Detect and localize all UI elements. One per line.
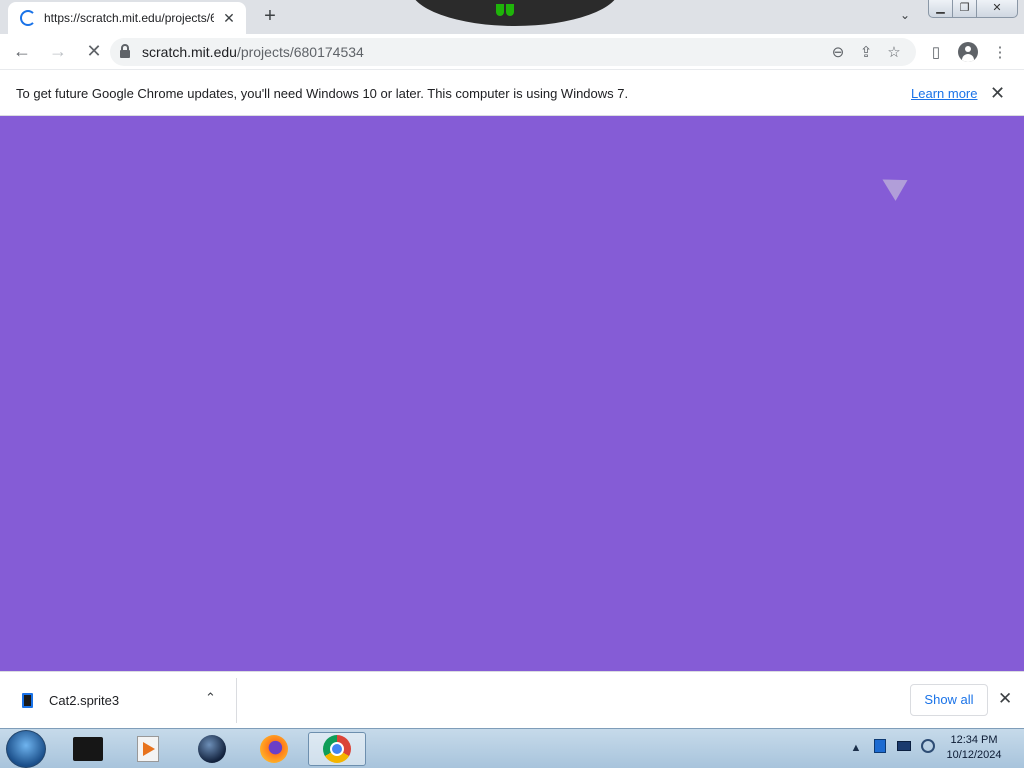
- learn-more-link[interactable]: Learn more: [911, 86, 977, 101]
- tab-title: https://scratch.mit.edu/projects/6: [44, 11, 214, 25]
- address-bar[interactable]: scratch.mit.edu/projects/680174534 ⊖ ⇪ ☆: [110, 38, 916, 66]
- update-infobar: To get future Google Chrome updates, you…: [0, 71, 1024, 116]
- zoom-icon[interactable]: ⊖: [824, 43, 852, 61]
- firefox-icon: [260, 735, 288, 763]
- black-window-icon: [73, 737, 103, 761]
- media-player-icon: [137, 736, 159, 762]
- forward-button[interactable]: →: [44, 38, 72, 66]
- tray-expand-icon[interactable]: ▲: [844, 742, 868, 754]
- show-all-button[interactable]: Show all: [910, 684, 988, 716]
- download-filename: Cat2.sprite3: [49, 693, 120, 708]
- file-icon: [22, 693, 33, 708]
- taskbar: ▲ 12:34 PM 10/12/2024: [0, 728, 1024, 768]
- browser-toolbar: ← → ✕ scratch.mit.edu/projects/680174534…: [0, 34, 1024, 70]
- system-tray: ▲: [844, 739, 940, 756]
- tray-flag-icon[interactable]: [868, 739, 892, 756]
- url-path: /projects/680174534: [236, 44, 364, 60]
- tab-search-icon[interactable]: ⌄: [896, 8, 914, 26]
- chrome-icon: [323, 735, 351, 763]
- taskbar-app-media-player[interactable]: [122, 732, 174, 766]
- taskbar-clock[interactable]: 12:34 PM 10/12/2024: [940, 733, 1008, 763]
- download-shelf: Cat2.sprite3 ⌃ Show all ✕: [0, 671, 1024, 728]
- tab-strip: https://scratch.mit.edu/projects/6 ✕ + ⌄…: [0, 0, 1024, 34]
- start-button[interactable]: [6, 730, 46, 768]
- clock-date: 10/12/2024: [946, 749, 1002, 761]
- back-button[interactable]: ←: [8, 38, 36, 66]
- profile-avatar-icon[interactable]: [958, 42, 978, 62]
- side-panel-icon[interactable]: ▯: [920, 43, 952, 61]
- taskbar-app-firefox[interactable]: [248, 732, 300, 766]
- chevron-up-icon[interactable]: ⌃: [205, 690, 216, 706]
- toolbar-right-actions: ▯ ⋮: [920, 34, 1016, 70]
- loading-spinner-icon: [20, 10, 36, 26]
- omnibox-actions: ⊖ ⇪ ☆: [824, 38, 908, 66]
- stop-loading-button[interactable]: ✕: [80, 38, 108, 66]
- tab-close-icon[interactable]: ✕: [220, 9, 238, 27]
- browser-menu-icon[interactable]: ⋮: [984, 43, 1016, 61]
- taskbar-app-black-window[interactable]: [62, 732, 114, 766]
- window-close-button[interactable]: ✕: [977, 0, 1017, 17]
- mouse-cursor-icon: [876, 169, 908, 201]
- infobar-message: To get future Google Chrome updates, you…: [16, 85, 629, 101]
- download-shelf-close-icon[interactable]: ✕: [998, 689, 1012, 709]
- clock-time: 12:34 PM: [950, 734, 998, 746]
- url-text[interactable]: scratch.mit.edu/projects/680174534: [142, 44, 364, 60]
- window-controls: ▁ ❐ ✕: [928, 0, 1018, 18]
- browser-tab[interactable]: https://scratch.mit.edu/projects/6 ✕: [8, 2, 246, 34]
- url-host: scratch.mit.edu: [142, 44, 237, 60]
- share-icon[interactable]: ⇪: [852, 43, 880, 61]
- tray-network-icon[interactable]: [916, 739, 940, 756]
- download-item[interactable]: Cat2.sprite3 ⌃: [0, 678, 237, 723]
- lock-icon[interactable]: [120, 44, 130, 58]
- infobar-close-icon[interactable]: ✕: [990, 83, 1005, 104]
- minimize-button[interactable]: ▁: [929, 0, 953, 17]
- globe-icon: [198, 735, 226, 763]
- maximize-button[interactable]: ❐: [953, 0, 977, 17]
- taskbar-app-chrome[interactable]: [308, 732, 366, 766]
- green-indicator-icon: [496, 4, 528, 18]
- page-content[interactable]: [0, 116, 1024, 671]
- tray-monitor-icon[interactable]: [892, 741, 916, 754]
- taskbar-app-globe[interactable]: [186, 732, 238, 766]
- new-tab-button[interactable]: +: [258, 6, 282, 28]
- bookmark-star-icon[interactable]: ☆: [880, 43, 908, 61]
